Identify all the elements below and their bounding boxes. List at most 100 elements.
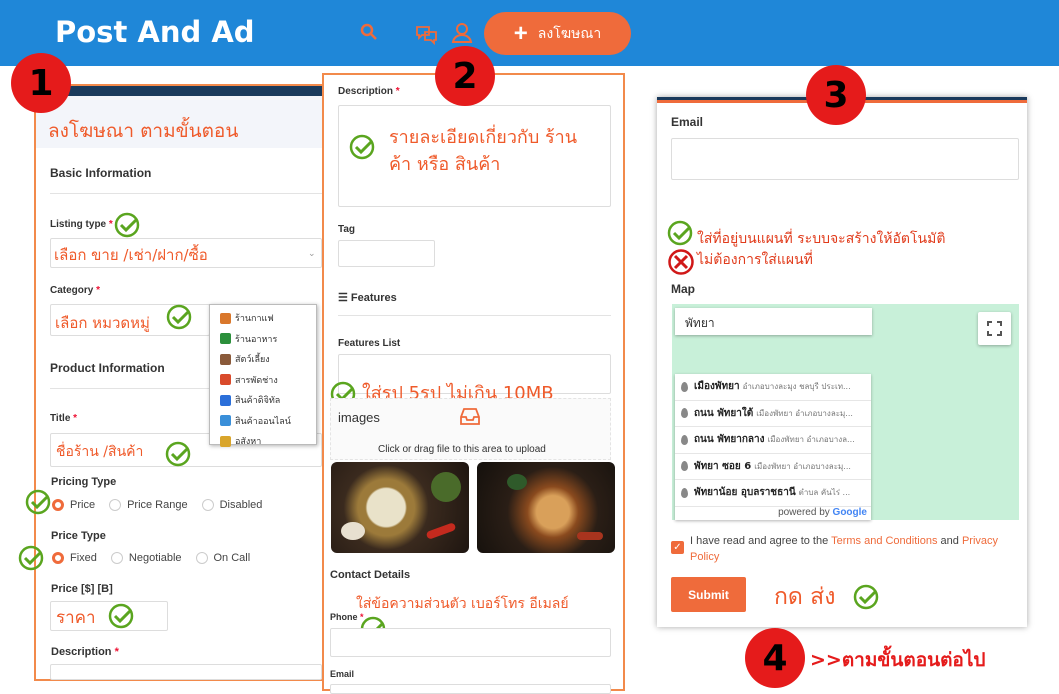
description-note: รายละเอียดเกี่ยวกับ ร้านค้า หรือ สินค้า (389, 127, 578, 175)
submit-button[interactable]: Submit (671, 577, 746, 612)
list-icon: ☰ (338, 292, 351, 304)
category-option[interactable]: สัตว์เลี้ยง (210, 349, 316, 370)
check-icon (166, 304, 192, 330)
contact-note: ใส่ข้อความส่วนตัว เบอร์โทร อีเมลย์ (356, 596, 569, 612)
phone-icon (220, 415, 231, 427)
uploaded-photo-2[interactable] (477, 462, 615, 553)
pin-icon (681, 461, 688, 472)
divider (50, 388, 210, 389)
chat-icon[interactable] (414, 21, 440, 47)
map-suggestion[interactable]: พัทยาน้อย อุบลราชธานี ตำบล คันไร่ ... (675, 480, 871, 507)
category-option[interactable]: สินค้าดิจิทัล (210, 390, 316, 411)
pricing-option-price[interactable]: Price (52, 499, 95, 511)
price-type-oncall[interactable]: On Call (195, 552, 250, 564)
check-icon (853, 584, 879, 610)
phone-input[interactable] (330, 628, 611, 657)
tag-input[interactable] (338, 240, 435, 267)
category-dropdown: ร้านกาแฟ ร้านอาหาร สัตว์เลี้ยง สารพัดช่า… (209, 304, 317, 447)
email-input[interactable] (330, 684, 611, 694)
post-steps-title: ลงโฆษณา ตามขั้นตอน (48, 120, 239, 142)
chevron-down-icon: ⌄ (308, 248, 316, 258)
map-search-input[interactable]: พัทยา (675, 308, 872, 335)
price-label: Price [$] [B] (51, 583, 113, 595)
pin-icon (681, 487, 688, 498)
map-suggestion[interactable]: พัทยา ซอย 6 เมืองพัทยา อำเภอบางละมุ... (675, 454, 871, 480)
price-type-label: Price Type (51, 530, 106, 542)
check-icon (18, 545, 44, 571)
map-suggestion[interactable]: ถนน พัทยากลาง เมืองพัทยา อำเภอบางล... (675, 427, 871, 454)
plus-icon: + (513, 19, 528, 47)
category-option[interactable]: ร้านกาแฟ (210, 308, 316, 329)
terms-text: I have read and agree to the Terms and C… (690, 535, 999, 563)
fullscreen-button[interactable] (978, 312, 1011, 345)
product-info-heading: Product Information (50, 361, 165, 375)
post-ad-label: ลงโฆษณา (537, 24, 602, 41)
category-option[interactable]: ร้านอาหาร (210, 329, 316, 350)
headphones-icon (220, 394, 231, 406)
description-label: Description * (51, 646, 119, 658)
step-badge-3: 3 (806, 65, 866, 125)
terms-link[interactable]: Terms and Conditions (831, 535, 937, 547)
search-icon[interactable] (357, 20, 383, 46)
title-label: Title * (50, 413, 78, 424)
listing-type-label: Listing type * (50, 219, 113, 230)
pricing-type-label: Pricing Type (51, 476, 117, 488)
email-input[interactable] (671, 138, 1019, 180)
check-icon (349, 134, 375, 160)
upload-hint: Click or drag file to this area to uploa… (378, 444, 546, 455)
fullscreen-icon (987, 321, 1002, 336)
uploaded-photo-1[interactable] (331, 462, 469, 553)
map-suggestion[interactable]: เมืองพัทยา อำเภอบางละมุง ชลบุรี ประเท... (675, 374, 871, 401)
divider (50, 193, 322, 194)
check-icon (165, 441, 191, 467)
terms-checkbox[interactable]: ✓ (671, 541, 684, 554)
category-value: เลือก หมวดหมู่ (55, 314, 150, 332)
user-icon[interactable] (449, 20, 475, 46)
cross-icon (668, 249, 694, 275)
pricing-type-options: Price Price Range Disabled (52, 499, 276, 511)
panel-top-stripe (36, 86, 323, 96)
submit-note: กด ส่ง (774, 584, 836, 610)
email-label: Email (671, 115, 704, 129)
site-logo[interactable]: Post And Ad (55, 15, 255, 49)
post-ad-button[interactable]: + ลงโฆษณา (484, 12, 631, 55)
pin-icon (681, 408, 688, 419)
step-badge-1: 1 (11, 53, 71, 113)
email-label: Email (330, 669, 355, 679)
map-label: Map (671, 282, 695, 296)
listing-type-value: เลือก ขาย /เช่า/ฝาก/ซื้อ (54, 246, 208, 264)
pin-icon (681, 434, 688, 445)
pricing-option-range[interactable]: Price Range (109, 499, 188, 511)
pet-icon (220, 353, 231, 365)
price-type-fixed[interactable]: Fixed (52, 552, 97, 564)
check-icon (108, 603, 134, 629)
divider (338, 315, 611, 316)
price-value: ราคา (56, 608, 96, 628)
check-icon (667, 220, 693, 246)
map-suggestions: เมืองพัทยา อำเภอบางละมุง ชลบุรี ประเท... … (675, 374, 871, 520)
building-icon (220, 435, 231, 447)
map-note-no: ไม่ต้องการใส่แผนที่ (697, 252, 813, 268)
restaurant-icon (220, 333, 231, 345)
basic-info-heading: Basic Information (50, 166, 152, 180)
images-label: images (338, 410, 380, 425)
handyman-icon (220, 374, 231, 386)
cafe-icon (220, 312, 231, 324)
check-icon (114, 212, 140, 238)
description-editor[interactable] (50, 664, 322, 680)
step-badge-2: 2 (435, 46, 495, 106)
tag-label: Tag (338, 224, 356, 235)
pricing-option-disabled[interactable]: Disabled (201, 499, 262, 511)
title-value: ชื่อร้าน /สินค้า (56, 444, 144, 460)
features-list-label: Features List (338, 338, 401, 349)
map-suggestion[interactable]: ถนน พัทยาใต้ เมืองพัทยา อำเภอบางละมุ... (675, 401, 871, 427)
category-option[interactable]: อสังหา (210, 431, 316, 452)
next-step-note: >>ตามขั้นตอนต่อไป (810, 649, 986, 671)
price-type-negotiable[interactable]: Negotiable (110, 552, 182, 564)
price-type-options: Fixed Negotiable On Call (52, 552, 264, 564)
category-option[interactable]: สารพัดช่าง (210, 370, 316, 391)
category-option[interactable]: สินค้าออนไลน์ (210, 411, 316, 432)
category-label: Category * (50, 285, 101, 296)
map-note-yes: ใส่ที่อยู่บนแผนที่ ระบบจะสร้างให้อัตโนมั… (697, 231, 946, 247)
step-badge-4: 4 (745, 628, 805, 688)
